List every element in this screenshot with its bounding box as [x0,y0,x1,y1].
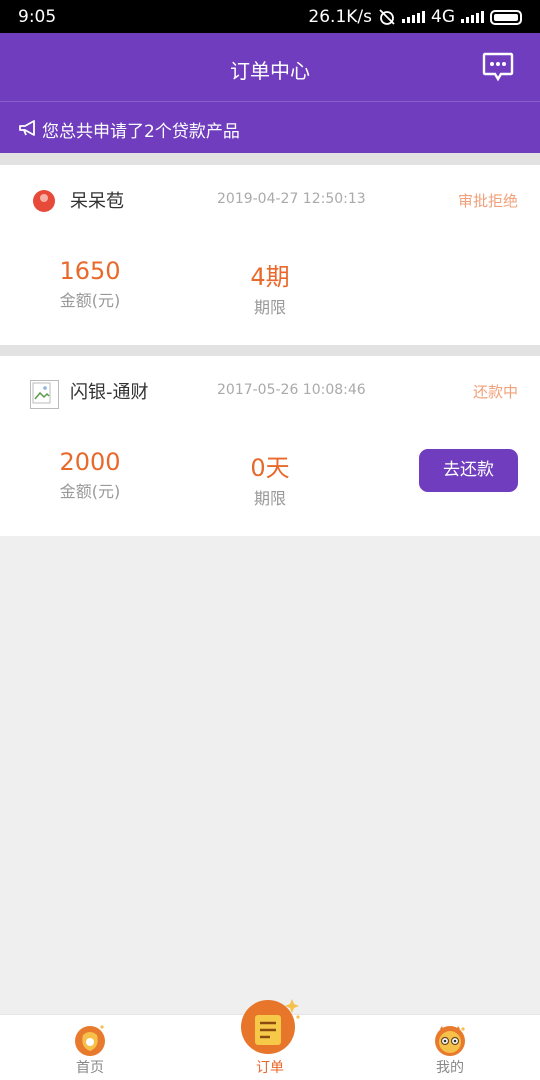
status-bar: 9:05 26.1K/s 4G [0,0,540,33]
tab-order[interactable]: 订单 [180,999,360,1080]
tab-label-order: 订单 [256,1060,284,1076]
message-icon[interactable] [482,52,514,82]
megaphone-icon [19,120,35,136]
broken-image-icon [30,380,59,409]
app-header: 订单中心 [0,33,540,101]
product-name: 呆呆苞 [70,191,124,212]
network-type: 4G [431,7,455,27]
signal-icon [402,11,425,23]
product-name: 闪银-通财 [70,382,149,403]
notice-text: 您总共申请了2个贷款产品 [42,122,240,142]
repay-button[interactable]: 去还款 [419,449,518,492]
status-right: 26.1K/s 4G [308,7,522,27]
tab-label-home: 首页 [76,1060,104,1076]
divider [0,345,540,356]
amount-stat: 2000 金额(元) [20,448,160,502]
amount-label: 金额(元) [59,291,121,310]
order-card[interactable]: 呆呆苞 2019-04-27 12:50:13 审批拒绝 1650 金额(元) … [0,165,540,345]
order-list-icon [241,999,300,1054]
order-date: 2019-04-27 12:50:13 [217,191,366,207]
term-value: 0天 [250,454,290,482]
network-speed: 26.1K/s [308,7,372,27]
signal-icon-2 [461,11,484,23]
amount-label: 金额(元) [59,482,121,501]
product-logo-icon [33,190,55,212]
order-card[interactable]: 闪银-通财 2017-05-26 10:08:46 还款中 2000 金额(元)… [0,356,540,536]
tab-home[interactable]: 首页 [0,1015,180,1080]
money-bag-icon [75,1025,105,1056]
term-value: 4期 [250,263,290,291]
status-time: 9:05 [18,7,57,27]
tab-mine[interactable]: 我的 [360,1015,540,1080]
battery-icon [490,9,522,25]
term-label: 期限 [253,489,286,508]
term-label: 期限 [253,298,286,317]
amount-value: 1650 [59,257,121,285]
page-title: 订单中心 [230,59,310,83]
order-status: 还款中 [472,383,518,401]
term-stat: 4期 期限 [200,257,340,318]
bottom-tab-bar: 首页 订单 我的 [0,999,540,1080]
amount-value: 2000 [59,448,121,476]
order-status: 审批拒绝 [457,192,518,210]
alarm-off-icon [379,9,395,25]
notice-bar: 您总共申请了2个贷款产品 [0,101,540,153]
term-stat: 0天 期限 [200,448,340,509]
amount-stat: 1650 金额(元) [20,257,160,311]
divider [0,153,540,165]
tab-label-mine: 我的 [436,1060,464,1076]
avatar-mascot-icon [435,1026,465,1056]
order-date: 2017-05-26 10:08:46 [217,382,366,398]
